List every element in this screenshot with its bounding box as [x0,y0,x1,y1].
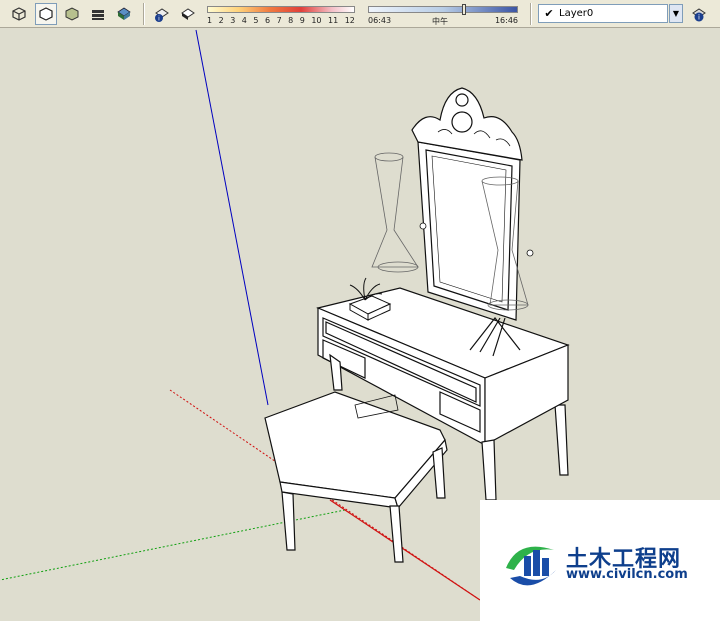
shadow-time-slider[interactable]: 06:43 中午 16:46 [368,2,518,26]
wireframe-style-button[interactable] [35,3,57,25]
month-tick: 4 [241,16,247,25]
shadow-settings-icon: i [155,8,169,23]
watermark-logo-icon [506,546,556,586]
time-start-label: 06:43 [368,16,392,25]
month-tick: 12 [344,16,355,25]
shadow-settings-button[interactable]: i [151,3,173,25]
month-tick: 8 [288,16,294,25]
layer-manager-button[interactable]: i [688,3,710,25]
toolbar-separator [530,3,532,25]
mirror [411,87,523,321]
shaded-style-button[interactable] [87,3,109,25]
display-shadows-icon [181,8,195,20]
stool [264,391,448,563]
shadow-month-track[interactable] [207,6,355,13]
month-tick: 6 [264,16,271,25]
current-layer-name: Layer0 [559,8,594,19]
lamp-left [371,152,427,273]
time-end-label: 16:46 [494,16,518,25]
month-tick: 7 [276,16,282,25]
svg-text:i: i [698,14,700,22]
month-tick: 11 [328,16,339,25]
month-tick: 3 [230,16,236,25]
month-tick: 10 [311,16,322,25]
month-tick: 1 [207,16,213,25]
time-noon-label: 中午 [432,17,448,26]
hidden-line-style-button[interactable] [61,3,83,25]
shadow-time-track[interactable] [368,6,518,13]
toolbar-separator [143,3,145,25]
month-tick: 5 [253,16,259,25]
shaded-textures-style-button[interactable] [113,3,135,25]
hidden-line-icon [65,7,79,21]
shadow-month-slider[interactable]: 1 2 3 4 5 6 7 8 9 10 11 12 [207,2,355,26]
month-tick: 9 [299,16,305,25]
layer-manager-icon: i [692,8,706,22]
shaded-icon [92,10,104,20]
watermark-url: www.civilcn.com [566,567,688,582]
chevron-down-icon: ▼ [672,9,680,18]
wireframe-icon [39,7,53,21]
shadow-time-thumb[interactable] [462,4,466,15]
blue-axis [195,29,269,406]
check-icon: ✔ [544,7,554,20]
layer-select[interactable]: ✔ Layer0 [538,4,668,23]
xray-icon [12,7,26,21]
layer-dropdown-button[interactable]: ▼ [669,4,683,23]
month-tick: 2 [218,16,224,25]
shaded-textures-icon [117,7,131,20]
toolbar: i 1 2 3 4 5 6 7 8 9 10 11 12 06:43 中午 16… [0,0,720,28]
red-axis [329,499,481,601]
display-shadows-button[interactable] [177,3,199,25]
xray-style-button[interactable] [8,3,30,25]
